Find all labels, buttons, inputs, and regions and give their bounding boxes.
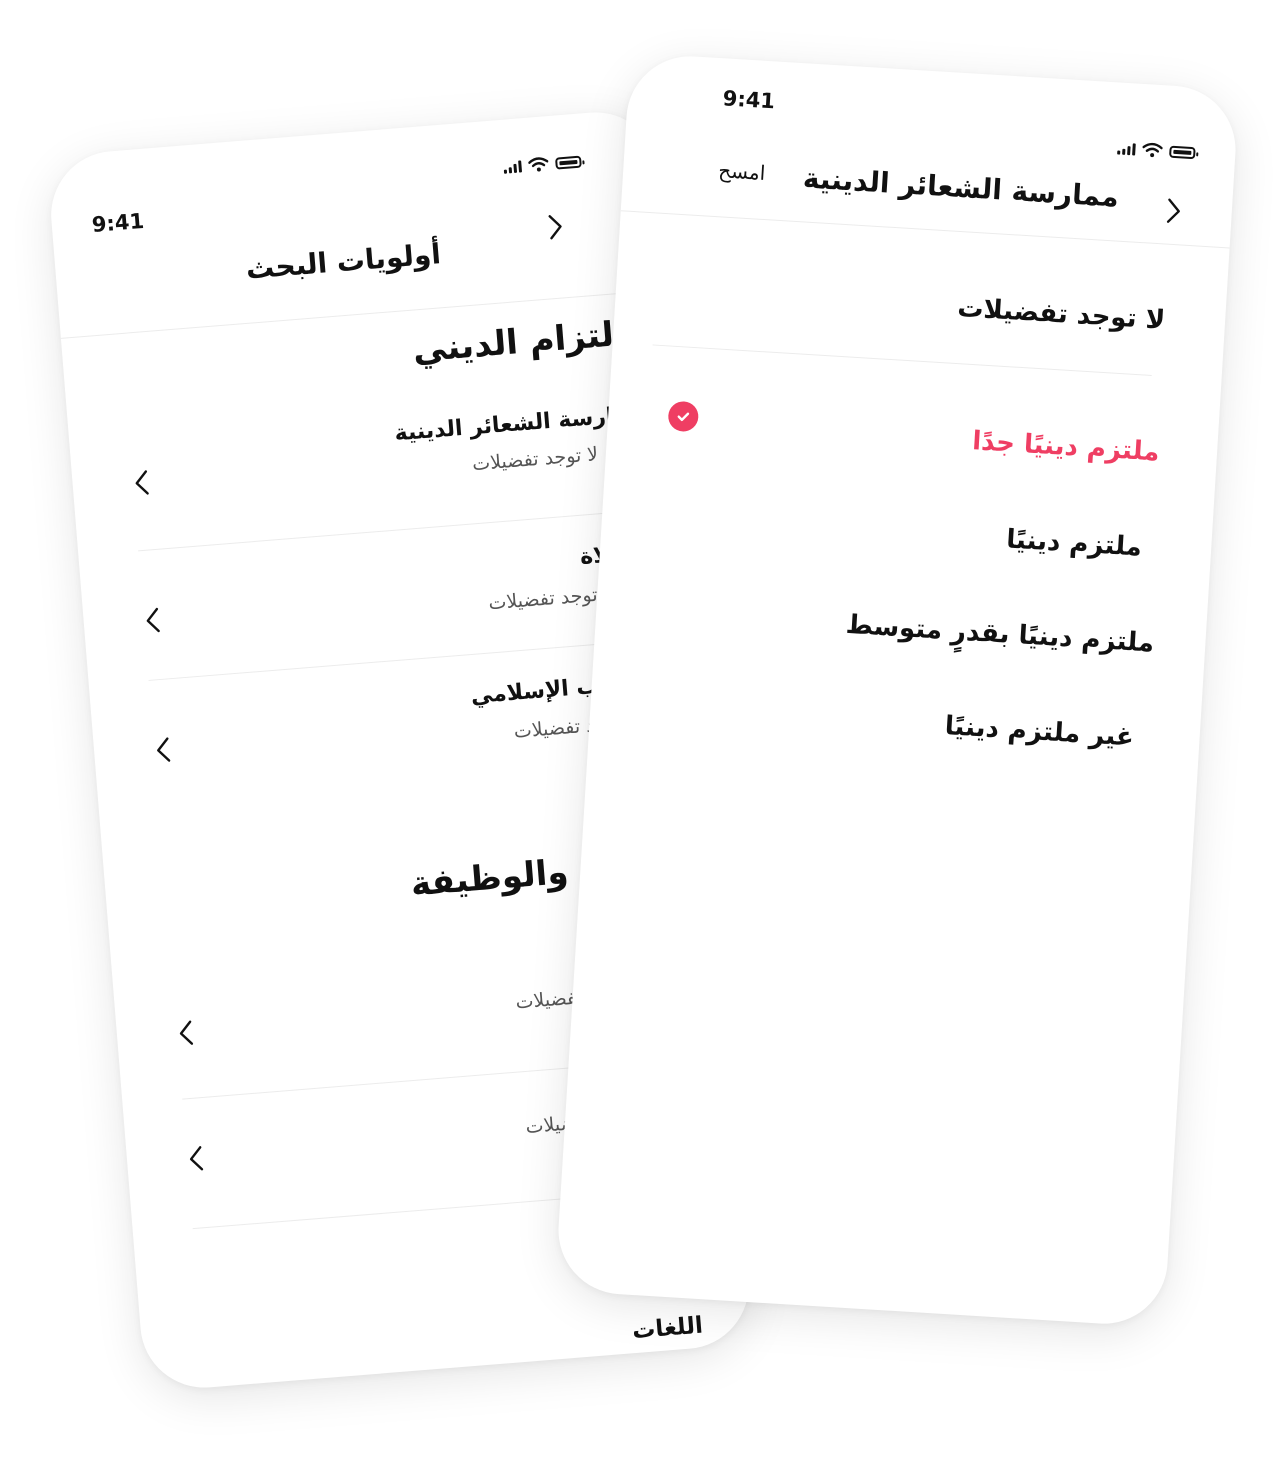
chevron-left-icon [157, 737, 171, 762]
header-divider [620, 210, 1230, 249]
option-moderately-religious[interactable]: ملتزم دينيًا بقدرٍ متوسط [845, 610, 1155, 659]
page-title: ممارسة الشعائر الدينية [802, 161, 1120, 214]
page-title: أولويات البحث [244, 237, 442, 286]
section-title-languages: اللغات [631, 1312, 704, 1345]
clear-button[interactable]: امسح [718, 158, 766, 185]
wifi-icon [1142, 142, 1163, 158]
battery-icon [1169, 145, 1196, 159]
signal-icon [503, 159, 523, 174]
religious-practice-screen: 9:41 امسح ممارسة الشعائر الدينية لا توجد… [554, 52, 1240, 1328]
option-religious[interactable]: ملتزم دينيًا [1005, 524, 1142, 562]
wifi-icon [528, 157, 549, 172]
status-time: 9:41 [722, 86, 776, 114]
chevron-left-icon [179, 1020, 194, 1045]
option-no-preference[interactable]: لا توجد تفضيلات [957, 293, 1166, 336]
status-icons [1117, 140, 1196, 160]
chevron-right-icon[interactable] [1166, 198, 1182, 225]
chevron-right-icon[interactable] [548, 213, 564, 240]
option-very-religious[interactable]: ملتزم دينيًا جدًا [971, 426, 1160, 467]
status-time: 9:41 [90, 208, 145, 237]
option-divider [652, 344, 1152, 376]
status-icons [503, 154, 582, 175]
chevron-left-icon [146, 607, 160, 633]
chevron-left-icon [135, 470, 149, 495]
list-item-subtitle: لا توجد تفضيلات [471, 443, 599, 476]
chevron-left-icon [189, 1146, 204, 1171]
check-circle-icon [667, 400, 700, 433]
signal-icon [1117, 142, 1136, 156]
battery-icon [554, 155, 582, 170]
option-not-religious[interactable]: غير ملتزم دينيًا [944, 711, 1135, 753]
